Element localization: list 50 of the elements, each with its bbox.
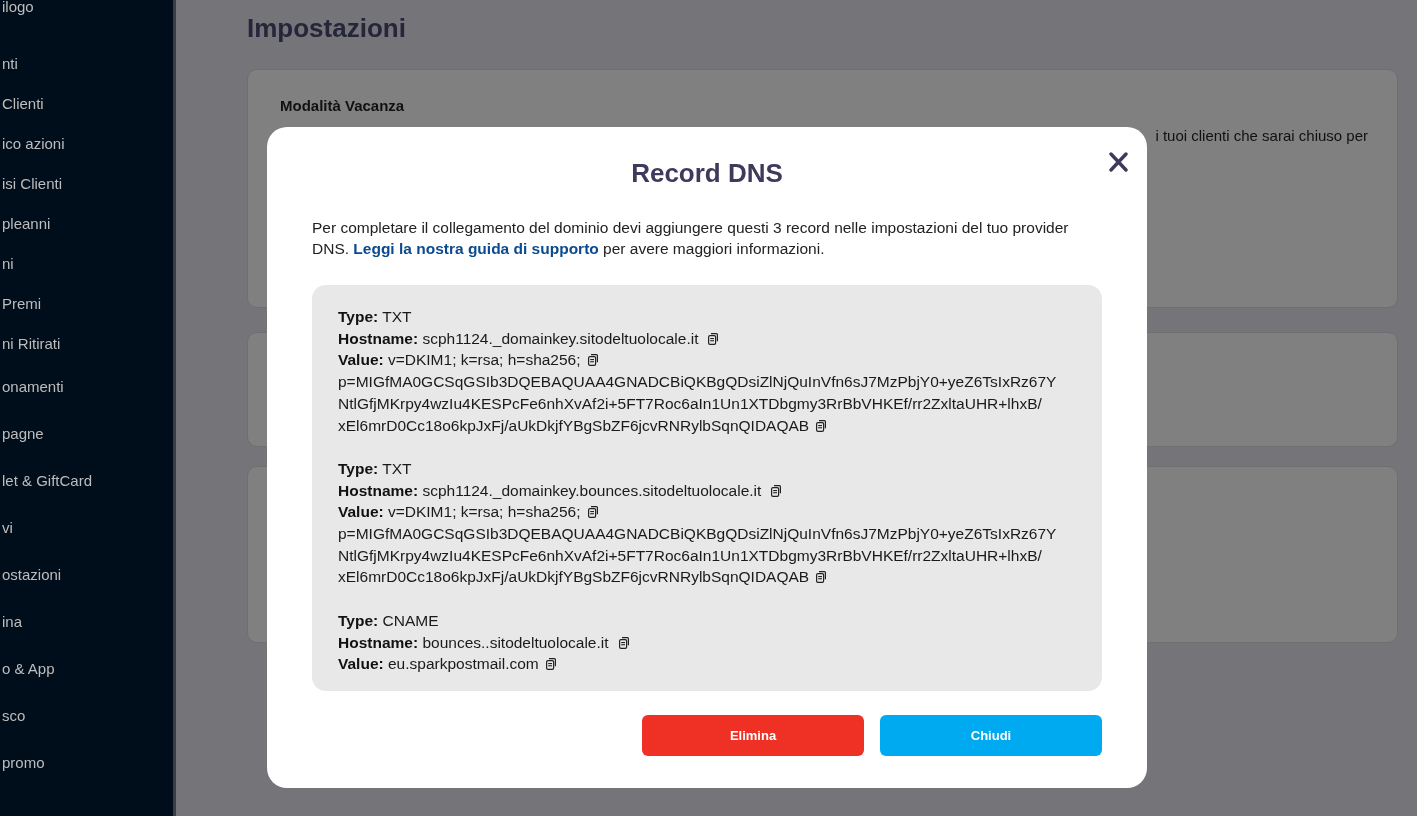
copy-icon[interactable] <box>618 636 629 649</box>
support-guide-link[interactable]: Leggi la nostra guida di supporto <box>353 240 599 257</box>
record-value: Value: v=DKIM1; k=rsa; h=sha256; <box>338 351 581 369</box>
record-value: Value: v=DKIM1; k=rsa; h=sha256; <box>338 503 581 521</box>
sidebar-item[interactable]: ico azioni <box>2 132 65 156</box>
record-hostname: Hostname: scph1124._domainkey.sitodeltuolocale.it <box>338 329 699 347</box>
sidebar-item[interactable]: ina <box>2 611 23 634</box>
sidebar-item[interactable]: ilogo <box>2 0 34 19</box>
record-hostname: Hostname: bounces..sitodeltuolocale.it <box>338 633 609 651</box>
close-button[interactable] <box>1109 152 1128 172</box>
sidebar-item[interactable]: promo <box>2 752 45 775</box>
page-title: Impostazioni <box>247 12 407 44</box>
copy-icon[interactable] <box>587 506 598 519</box>
sidebar-item[interactable]: pleanni <box>2 212 51 236</box>
sidebar-item[interactable]: ostazioni <box>2 564 62 587</box>
record-type: Type: TXT <box>338 459 412 477</box>
close-icon <box>1109 152 1128 172</box>
sidebar-item[interactable]: let & GiftCard <box>2 470 93 493</box>
sidebar-item[interactable]: isi Clienti <box>2 172 62 196</box>
delete-button[interactable]: Elimina <box>642 714 864 756</box>
sidebar-item[interactable]: pagne <box>2 423 44 446</box>
copy-icon[interactable] <box>816 419 827 432</box>
copy-icon[interactable] <box>587 354 598 367</box>
sidebar-item[interactable]: vi <box>2 517 13 540</box>
record-value-key: NtlGfjMKrpy4wzIu4KESPcFe6nhXvAf2i+5FT7Roc6aIn1Un1XTDbgmy3RrBbVHKEf/rr2ZxltaUHR+lhxB/ <box>338 394 1042 412</box>
intro-text: Per completare il collegamento del dominio devi aggiungere questi 3 record nelle impostazioni del tuo provider DNS. Leggi la nostra guida di supporto per avere maggiori informazioni. <box>312 218 1070 259</box>
record-value-key: NtlGfjMKrpy4wzIu4KESPcFe6nhXvAf2i+5FT7Roc6aIn1Un1XTDbgmy3RrBbVHKEf/rr2ZxltaUHR+lhxB/ <box>338 546 1042 564</box>
card-description: i tuoi clienti che sarai chiuso per <box>1155 126 1368 146</box>
record-value-key: xEl6mrD0Cc18o6kpJxFj/aUkDkjfYBgSbZF6jcvRNRylbSqnQIDAQAB <box>338 568 810 586</box>
dialog-title: Record DNS <box>631 158 783 188</box>
sidebar-item[interactable]: o & App <box>2 658 55 681</box>
card-title: Modalità Vacanza <box>280 97 405 114</box>
record-hostname: Hostname: scph1124._domainkey.bounces.sitodeltuolocale.it <box>338 481 762 499</box>
sidebar-item[interactable]: sco <box>2 705 26 728</box>
sidebar-item[interactable]: ni Ritirati <box>2 332 61 356</box>
record-type: Type: TXT <box>338 308 412 325</box>
record-type: Type: CNAME <box>338 611 439 629</box>
record-value: Value: eu.sparkpostmail.com <box>338 655 539 673</box>
sidebar-item[interactable]: nti <box>2 52 18 76</box>
sidebar-item[interactable]: ni <box>2 252 14 276</box>
sidebar-item[interactable]: Clienti <box>2 92 44 116</box>
copy-icon[interactable] <box>816 571 827 584</box>
sidebar-item[interactable]: Premi <box>2 292 42 316</box>
record-value-key: p=MIGfMA0GCSqGSIb3DQEBAQUAA4GNADCBiQKBgQDsiZlNjQuInVfn6sJ7MzPbjY0+yeZ6TsIxRz67Y <box>338 525 1057 542</box>
copy-icon[interactable] <box>545 658 556 671</box>
copy-icon[interactable] <box>708 332 719 345</box>
sidebar-item[interactable]: onamenti <box>2 376 64 399</box>
record-value-key: p=MIGfMA0GCSqGSIb3DQEBAQUAA4GNADCBiQKBgQDsiZlNjQuInVfn6sJ7MzPbjY0+yeZ6TsIxRz67Y <box>338 373 1057 391</box>
record-value-key: xEl6mrD0Cc18o6kpJxFj/aUkDkjfYBgSbZF6jcvRNRylbSqnQIDAQAB <box>338 416 810 434</box>
copy-icon[interactable] <box>771 484 782 497</box>
